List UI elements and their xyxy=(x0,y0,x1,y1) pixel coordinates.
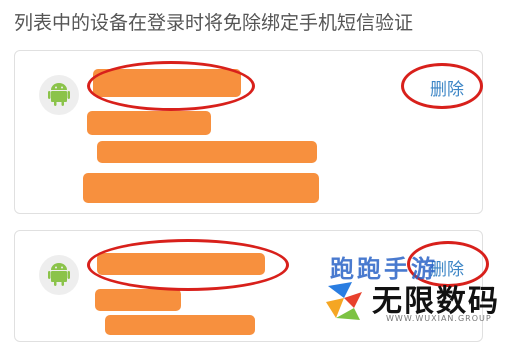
intro-text: 列表中的设备在登录时将免除绑定手机短信验证 xyxy=(14,12,414,34)
annotation-ring xyxy=(87,239,289,291)
android-icon xyxy=(39,75,79,115)
watermark-domain: WWW.WUXIAN.GROUP xyxy=(386,314,492,323)
redacted-detail xyxy=(95,289,181,311)
redacted-detail xyxy=(83,173,319,203)
annotation-ring xyxy=(87,61,255,111)
redacted-detail xyxy=(97,141,317,163)
watermark-logo xyxy=(322,278,366,322)
redacted-detail xyxy=(87,111,211,135)
android-icon xyxy=(39,255,79,295)
redacted-detail xyxy=(105,315,255,335)
annotation-ring xyxy=(401,63,483,109)
device-card: 删除 xyxy=(14,50,483,214)
